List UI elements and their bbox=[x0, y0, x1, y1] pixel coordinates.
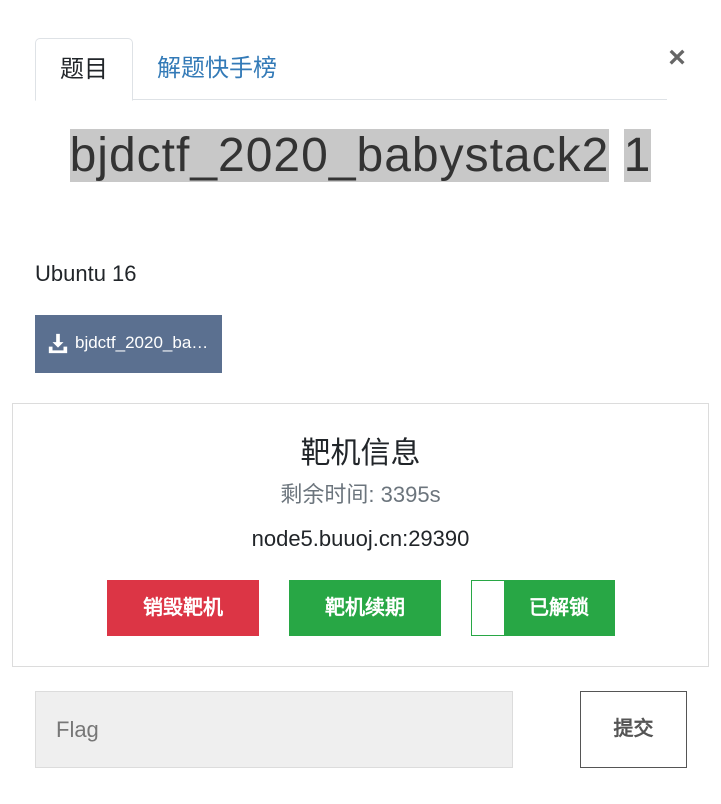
challenge-title-line2: 1 bbox=[623, 129, 652, 182]
challenge-modal: 题目 解题快手榜 × bjdctf_2020_babystack2 1 Ubun… bbox=[0, 0, 721, 804]
download-icon bbox=[48, 333, 68, 353]
tab-bar: 题目 解题快手榜 bbox=[35, 38, 667, 101]
target-machine-card: 靶机信息 剩余时间: 3395s node5.buuoj.cn:29390 销毁… bbox=[12, 403, 709, 667]
unlocked-label: 已解锁 bbox=[529, 597, 589, 619]
target-address: node5.buuoj.cn:29390 bbox=[251, 526, 470, 551]
challenge-title-text: bjdctf_2020_babystack2 bbox=[69, 129, 610, 182]
flag-input[interactable] bbox=[35, 691, 513, 768]
tab-challenge[interactable]: 题目 bbox=[35, 38, 133, 101]
target-heading: 靶机信息 bbox=[300, 437, 421, 470]
unlocked-toggle-button[interactable]: 已解锁 bbox=[471, 580, 615, 636]
download-filename: bjdctf_2020_babystack2 bbox=[75, 332, 215, 352]
challenge-description: Ubuntu 16 bbox=[35, 261, 137, 286]
challenge-title: bjdctf_2020_babystack2 1 bbox=[30, 122, 691, 190]
renew-target-button[interactable]: 靶机续期 bbox=[289, 580, 441, 636]
tab-leaderboard[interactable]: 解题快手榜 bbox=[133, 38, 301, 100]
time-remaining: 剩余时间: 3395s bbox=[280, 482, 441, 507]
toggle-knob bbox=[472, 581, 504, 635]
download-attachment-button[interactable]: bjdctf_2020_babystack2 bbox=[35, 315, 222, 373]
destroy-target-button[interactable]: 销毁靶机 bbox=[107, 580, 259, 636]
submit-flag-button[interactable]: 提交 bbox=[580, 691, 687, 768]
close-icon[interactable]: × bbox=[662, 40, 692, 76]
